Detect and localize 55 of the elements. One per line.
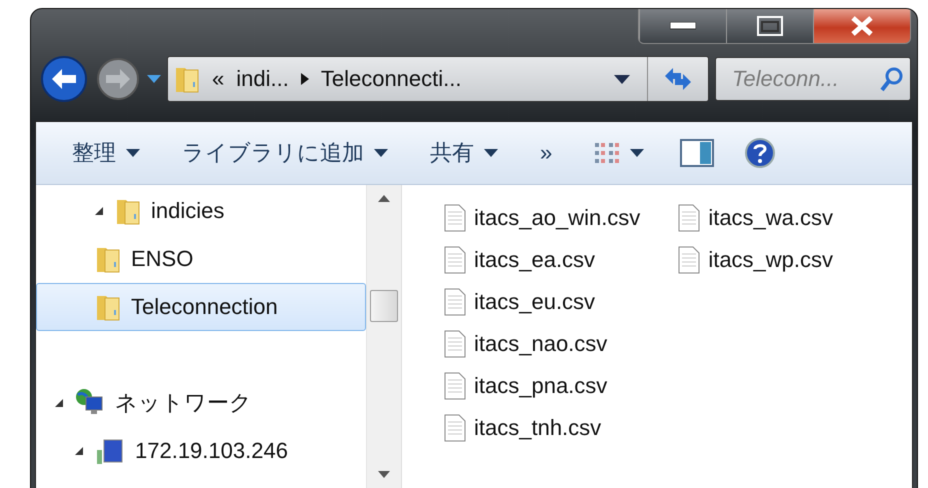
forward-button[interactable] [95,56,141,102]
back-button[interactable] [39,54,89,104]
minimize-button[interactable] [639,9,726,43]
search-field[interactable]: Teleconn... [730,65,880,93]
scroll-thumb[interactable] [370,290,398,322]
scrollbar[interactable] [366,185,401,488]
maximize-icon [757,16,783,36]
file-item[interactable]: itacs_wa.csv [678,197,834,239]
tree-item[interactable]: 172.19.103.246 [36,427,366,475]
search-icon [880,66,904,92]
help-icon[interactable] [744,137,776,169]
document-icon [678,204,700,232]
expanded-arrow-icon[interactable] [54,398,64,408]
history-dropdown-icon[interactable] [147,75,161,83]
breadcrumb-segment[interactable]: Teleconnecti... [320,66,462,92]
maximize-button[interactable] [726,9,813,43]
file-item[interactable]: itacs_wp.csv [678,239,834,281]
tree-item[interactable]: indicies [36,187,366,235]
document-icon [678,246,700,274]
file-item[interactable]: itacs_ao_win.csv [444,197,640,239]
document-icon [444,246,466,274]
expanded-arrow-icon[interactable] [94,206,104,216]
search-box[interactable]: Teleconn... [715,57,911,101]
scroll-down-arrow-icon[interactable] [378,471,390,478]
file-item[interactable]: itacs_ea.csv [444,239,640,281]
toolbar-button[interactable]: 整理 [66,132,146,174]
document-icon [444,372,466,400]
file-item[interactable]: itacs_eu.csv [444,281,640,323]
breadcrumb-segment[interactable]: indi... [236,66,289,92]
file-item[interactable]: itacs_tnh.csv [444,407,640,449]
scroll-up-arrow-icon[interactable] [378,195,390,202]
document-icon [444,414,466,442]
tree-item[interactable]: Teleconnection [36,283,366,331]
refresh-icon[interactable] [663,66,693,92]
tree-item[interactable]: ENSO [36,235,366,283]
close-button[interactable] [813,9,910,43]
file-item[interactable]: itacs_pna.csv [444,365,640,407]
address-bar[interactable]: « indi... Teleconnecti... [167,56,709,102]
tree-item[interactable]: ネットワーク [36,379,366,427]
file-item[interactable]: itacs_nao.csv [444,323,640,365]
toolbar-button[interactable]: 共有 [424,132,504,174]
document-icon [444,204,466,232]
separator-arrow-icon[interactable] [300,73,309,85]
toolbar-button[interactable]: » [534,134,558,172]
document-icon [444,288,466,316]
preview-pane-icon[interactable] [680,139,714,167]
close-icon [850,16,874,36]
overflow-chevron[interactable]: « [212,66,224,92]
caret-icon [630,149,644,157]
document-icon [444,330,466,358]
view-icon [594,142,620,164]
dropdown-caret-icon[interactable] [614,74,630,84]
expanded-arrow-icon[interactable] [74,446,84,456]
toolbar-button[interactable]: ライブラリに追加 [176,132,394,174]
minimize-icon [670,22,696,30]
